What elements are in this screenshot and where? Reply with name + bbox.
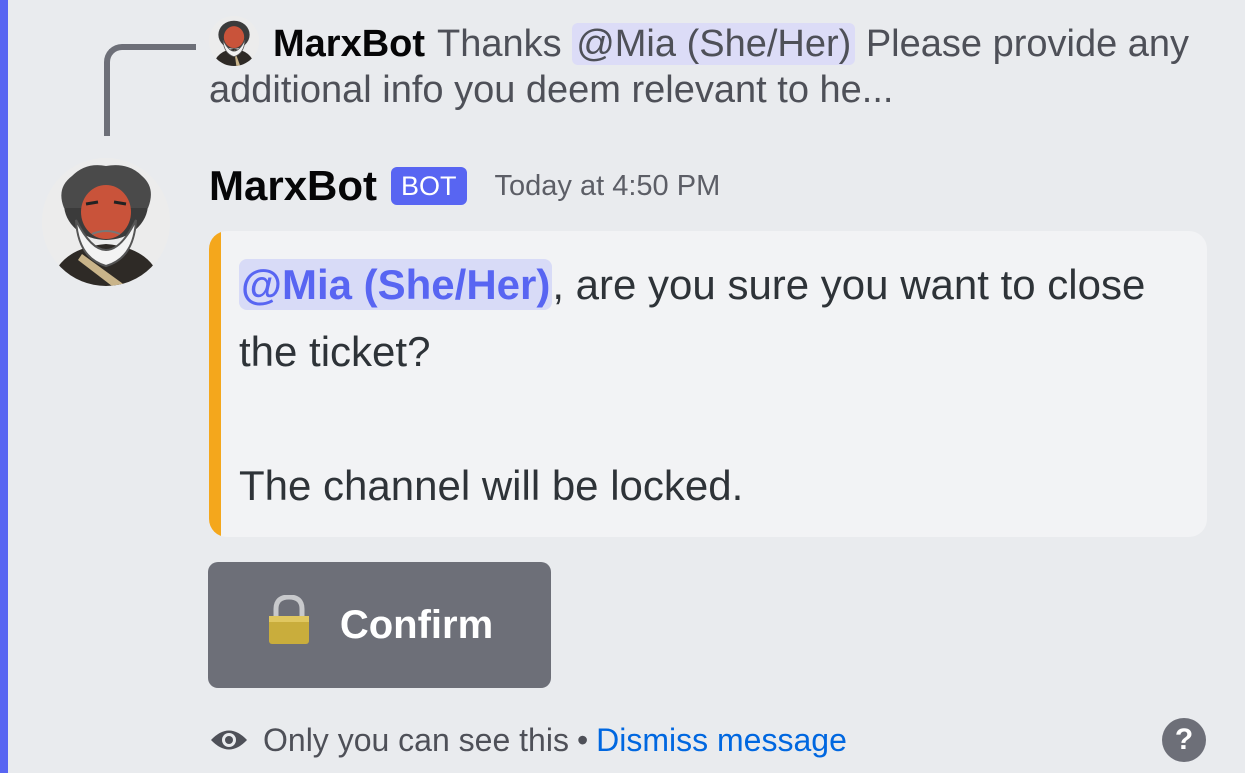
message-author[interactable]: MarxBot (209, 162, 377, 210)
embed-accent-stripe (209, 231, 221, 537)
help-icon[interactable]: ? (1162, 718, 1206, 762)
lock-icon (266, 594, 312, 655)
reply-text-before: Thanks (437, 23, 573, 65)
confirm-button[interactable]: Confirm (208, 562, 551, 688)
embed-mention[interactable]: @Mia (She/Her) (239, 259, 553, 310)
confirm-button-label: Confirm (339, 602, 494, 647)
marx-portrait-image (42, 158, 170, 286)
reply-avatar[interactable] (209, 16, 259, 66)
reply-connector (104, 44, 196, 136)
eye-icon (209, 727, 249, 753)
reply-author[interactable]: MarxBot (273, 23, 425, 65)
message-header: MarxBot BOT Today at 4:50 PM (209, 158, 720, 214)
embed-description: @Mia (She/Her), are you sure you want to… (239, 251, 1179, 519)
footer-separator: • (576, 721, 589, 758)
message-timestamp[interactable]: Today at 4:50 PM (495, 170, 721, 203)
ephemeral-footer: Only you can see this • Dismiss message (209, 718, 847, 762)
author-avatar[interactable] (42, 158, 170, 286)
visibility-text: Only you can see this (263, 721, 569, 758)
dismiss-message-link[interactable]: Dismiss message (596, 722, 847, 759)
reply-preview[interactable]: MarxBot Thanks @Mia (She/Her) Please prov… (209, 16, 1199, 113)
reply-mention[interactable]: @Mia (She/Her) (572, 23, 856, 65)
message-embed: @Mia (She/Her), are you sure you want to… (209, 231, 1207, 537)
bot-tag: BOT (391, 167, 467, 205)
ephemeral-message-bar (0, 0, 8, 773)
reply-avatar-image (209, 16, 259, 66)
embed-line-2: The channel will be locked. (239, 462, 744, 509)
